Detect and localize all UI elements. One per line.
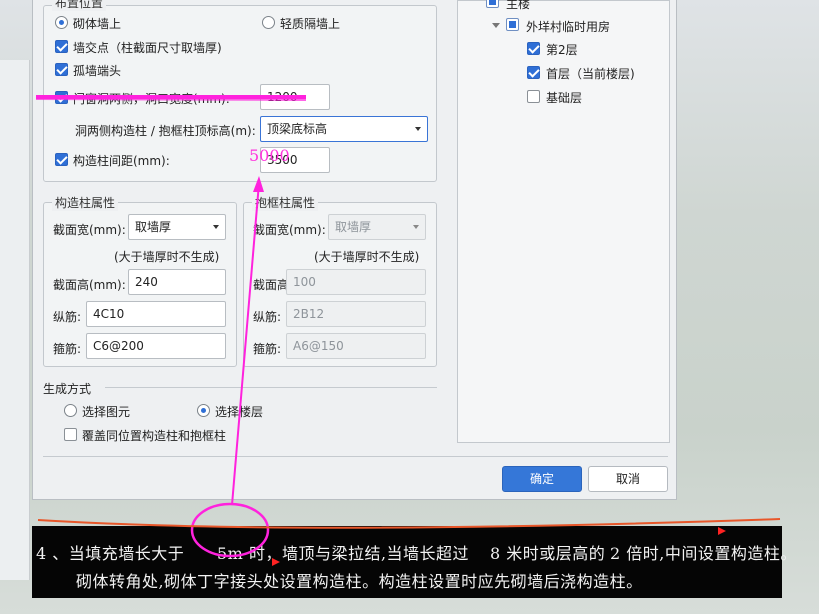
column-width-label: 截面宽(mm): (53, 223, 126, 237)
chevron-down-icon (213, 225, 219, 229)
left-panel-strip (0, 60, 30, 580)
door-width-input[interactable]: 1200 (260, 84, 330, 110)
isolated-end-checkbox[interactable] (55, 63, 68, 76)
frame-props-title: 抱框柱属性 (252, 194, 319, 211)
column-long-rebar-input[interactable]: 4C10 (86, 301, 226, 327)
frame-height-input[interactable]: 100 (286, 269, 426, 295)
floor-2-checkbox[interactable] (527, 42, 540, 55)
masonry-wall-label: 砌体墙上 (73, 17, 122, 31)
caption-line1-b: 5m 时，墙顶与梁拉结,当墙长超过 (217, 544, 470, 563)
door-window-label: 门窗洞两侧，洞口宽度(mm): (73, 92, 230, 106)
caption-line2: 砌体转角处,砌体丁字接头处设置构造柱。构造柱设置时应先砌墙后浇构造柱。 (76, 572, 643, 591)
column-width-note: (大于墙厚时不生成) (114, 250, 220, 264)
generate-mode-divider (105, 387, 437, 388)
column-height-input[interactable]: 240 (128, 269, 226, 295)
floor-tree: 主楼 外垟村临时用房 第2层 首层（当前楼层) 基础层 (457, 0, 670, 443)
frame-width-label: 截面宽(mm): (253, 223, 326, 237)
top-height-label: 洞两侧构造柱 / 抱框柱顶标高(m): (75, 124, 256, 138)
frame-width-note: (大于墙厚时不生成) (314, 250, 420, 264)
frame-stirrup-input[interactable]: A6@150 (286, 333, 426, 359)
tree-node-label: 外垟村临时用房 (526, 20, 611, 34)
top-height-select[interactable]: 顶梁底标高 (260, 116, 428, 142)
select-element-label: 选择图元 (82, 405, 131, 419)
column-width-select[interactable]: 取墙厚 (128, 214, 226, 240)
overwrite-checkbox[interactable] (64, 428, 77, 441)
select-floor-radio[interactable] (197, 404, 210, 417)
handwritten-annotation-value: 5000 (249, 146, 290, 165)
floor-1-checkbox[interactable] (527, 66, 540, 79)
masonry-wall-radio[interactable] (55, 16, 68, 29)
generate-mode-title: 生成方式 (43, 382, 92, 396)
caption-line1-c: 8 米时或层高的 (490, 544, 606, 563)
frame-props-group: 抱框柱属性 截面宽(mm): 取墙厚 (大于墙厚时不生成) 截面高(mm): 1… (243, 194, 437, 367)
caption-line1-d: 2 倍时,中间设置构造柱。 (610, 544, 797, 563)
chevron-down-icon (413, 225, 419, 229)
door-window-checkbox[interactable] (55, 91, 68, 104)
cancel-button[interactable]: 取消 (588, 466, 668, 492)
tree-root-label: 主楼 (506, 0, 531, 11)
foundation-floor-label: 基础层 (546, 91, 583, 105)
column-long-rebar-label: 纵筋: (53, 310, 82, 324)
wall-intersection-checkbox[interactable] (55, 40, 68, 53)
wall-intersection-label: 墙交点（柱截面尺寸取墙厚) (73, 41, 222, 55)
floor-1-label: 首层（当前楼层) (546, 67, 635, 81)
expand-arrow-icon[interactable] (492, 23, 500, 28)
column-width-value: 取墙厚 (135, 220, 172, 234)
column-props-title: 构造柱属性 (52, 194, 119, 211)
column-stirrup-label: 箍筋: (53, 342, 82, 356)
chevron-down-icon (415, 127, 421, 131)
frame-width-value: 取墙厚 (335, 220, 372, 234)
layout-position-title: 布置位置 (52, 0, 107, 11)
frame-width-select[interactable]: 取墙厚 (328, 214, 426, 240)
top-height-value: 顶梁底标高 (267, 122, 328, 136)
frame-long-rebar-input[interactable]: 2B12 (286, 301, 426, 327)
foundation-floor-checkbox[interactable] (527, 90, 540, 103)
tree-node-checkbox[interactable] (506, 18, 519, 31)
footer-divider (43, 456, 668, 457)
light-partition-label: 轻质隔墙上 (280, 17, 341, 31)
column-layout-dialog: 布置位置 砌体墙上 轻质隔墙上 墙交点（柱截面尺寸取墙厚) 孤墙端头 门窗洞两侧… (32, 0, 677, 500)
select-floor-label: 选择楼层 (215, 405, 264, 419)
spacing-checkbox[interactable] (55, 153, 68, 166)
frame-stirrup-label: 箍筋: (253, 342, 282, 356)
overwrite-label: 覆盖同位置构造柱和抱框柱 (82, 429, 227, 443)
column-stirrup-input[interactable]: C6@200 (86, 333, 226, 359)
ok-button[interactable]: 确定 (502, 466, 582, 492)
tree-root-checkbox[interactable] (486, 0, 499, 8)
column-props-group: 构造柱属性 截面宽(mm): 取墙厚 (大于墙厚时不生成) 截面高(mm): 2… (43, 194, 237, 367)
isolated-end-label: 孤墙端头 (73, 64, 122, 78)
caption-line1-a: 4 、当填充墙长大于 (36, 544, 185, 563)
floor-2-label: 第2层 (546, 43, 578, 57)
layout-position-group: 布置位置 砌体墙上 轻质隔墙上 墙交点（柱截面尺寸取墙厚) 孤墙端头 门窗洞两侧… (43, 0, 437, 182)
frame-long-rebar-label: 纵筋: (253, 310, 282, 324)
column-height-label: 截面高(mm): (53, 278, 126, 292)
caption-bar: 4 、当填充墙长大于 5m 时，墙顶与梁拉结,当墙长超过 8 米时或层高的 2 … (32, 526, 796, 598)
spacing-label: 构造柱间距(mm): (73, 154, 170, 168)
light-partition-radio[interactable] (262, 16, 275, 29)
select-element-radio[interactable] (64, 404, 77, 417)
